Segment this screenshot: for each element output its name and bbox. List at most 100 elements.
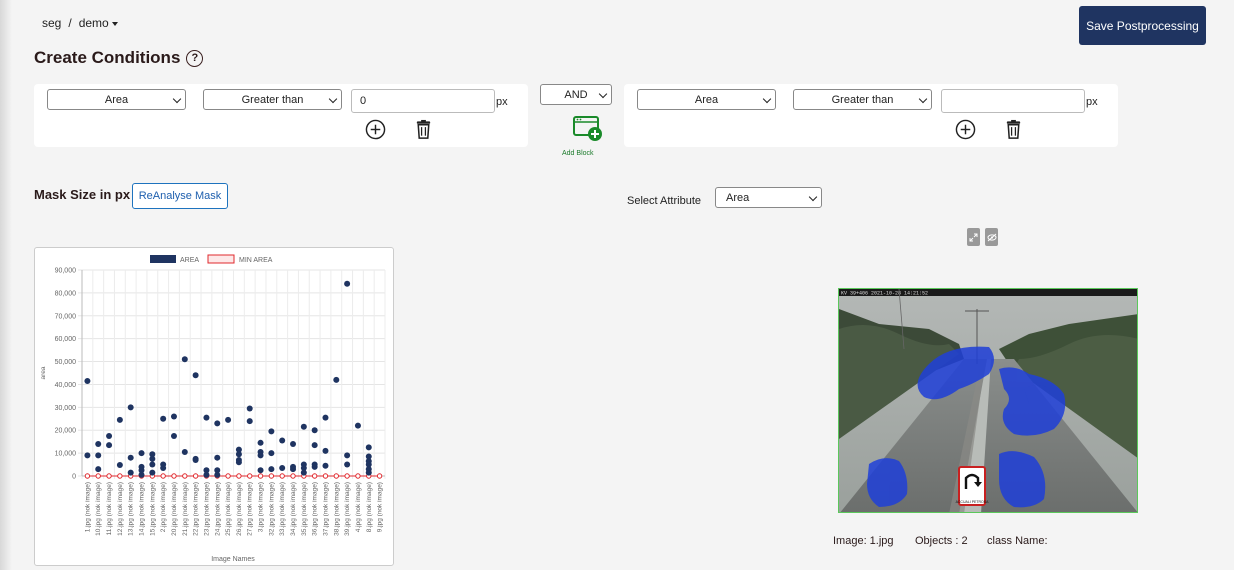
page-title: Create Conditions ? [34, 48, 204, 68]
x-tick-label: 2.jpg (nok image) [160, 482, 167, 532]
x-tick-label: 8.jpg (nok image) [366, 482, 373, 532]
area-point [290, 440, 297, 447]
operator-select-1[interactable]: Greater than [203, 89, 342, 110]
x-tick-label: 37.jpg (nok image) [322, 482, 329, 536]
trash-icon[interactable] [1003, 119, 1024, 140]
area-point [257, 452, 264, 459]
page-title-text: Create Conditions [34, 48, 181, 67]
area-point [149, 469, 156, 476]
add-condition-icon[interactable] [955, 119, 976, 140]
min-area-point [95, 473, 101, 479]
trash-icon[interactable] [413, 119, 434, 140]
y-tick-label: 60,000 [55, 336, 77, 343]
road-sign-text: ACCUALI PETROSA [956, 500, 990, 504]
breadcrumb-dataset-dropdown[interactable]: demo [79, 16, 118, 30]
x-tick-label: 32.jpg (nok image) [268, 482, 275, 536]
area-point [225, 416, 232, 423]
min-area-point [311, 473, 318, 479]
x-tick-label: 35.jpg (nok image) [301, 482, 308, 536]
add-condition-icon[interactable] [365, 119, 386, 140]
value-input-1[interactable]: 0 [351, 89, 495, 113]
help-icon[interactable]: ? [186, 49, 204, 67]
area-point [138, 450, 145, 457]
area-point [279, 437, 286, 444]
area-point [344, 461, 351, 468]
x-tick-label: 27.jpg (nok image) [247, 482, 254, 536]
x-tick-label: 1.jpg (nok image) [84, 482, 91, 532]
area-point [127, 469, 134, 476]
chevron-down-icon [762, 94, 772, 104]
operator-select-2[interactable]: Greater than [793, 89, 932, 110]
min-area-point [84, 473, 91, 479]
save-postprocessing-button[interactable]: Save Postprocessing [1079, 6, 1206, 45]
x-tick-label: 23.jpg (nok image) [203, 482, 210, 536]
condition-block-1: Area Greater than 0 px [34, 84, 528, 147]
logic-operator-select[interactable]: AND [540, 84, 612, 105]
area-point [127, 454, 134, 461]
area-point [257, 467, 264, 474]
x-tick-label: 13.jpg (nok image) [128, 482, 135, 536]
attribute-select-2[interactable]: Area [637, 89, 776, 110]
x-tick-label: 25.jpg (nok image) [225, 482, 232, 536]
area-point [138, 471, 145, 478]
value-input-2[interactable] [941, 89, 1085, 113]
area-point [116, 416, 123, 423]
y-tick-label: 70,000 [55, 313, 77, 320]
area-point [344, 452, 351, 459]
select-attribute-value: Area [726, 191, 750, 204]
area-point [84, 452, 91, 459]
x-tick-label: 14.jpg (nok image) [139, 482, 146, 536]
area-point [203, 414, 210, 421]
legend-swatch-area [150, 255, 176, 263]
attribute-select-1[interactable]: Area [47, 89, 186, 110]
min-area-point [192, 473, 199, 479]
x-tick-label: 24.jpg (nok image) [214, 482, 221, 536]
area-point [84, 378, 91, 385]
area-point [235, 451, 242, 458]
min-area-point [257, 473, 264, 479]
area-point [333, 376, 340, 383]
mask-size-title: Mask Size in px [34, 187, 131, 202]
camera-caption: KV 39+406 2021-10-28 14:21:52 [841, 291, 928, 297]
area-point [214, 471, 221, 478]
area-point [160, 464, 167, 471]
min-area-point [268, 473, 275, 479]
min-area-point [117, 473, 123, 479]
x-tick-label: 21.jpg (nok image) [182, 482, 189, 536]
x-tick-label: 36.jpg (nok image) [312, 482, 319, 536]
objects-count-label: Objects : 2 [915, 535, 968, 547]
operator-select-1-value: Greater than [241, 93, 304, 106]
min-area-point [322, 473, 329, 479]
x-axis-title: Image Names [211, 556, 255, 563]
area-point [192, 372, 199, 379]
area-point [246, 405, 253, 412]
area-point [300, 423, 307, 430]
area-point [170, 413, 177, 420]
select-attribute-dropdown[interactable]: Area [715, 187, 822, 208]
min-area-point [376, 473, 383, 479]
min-area-point [236, 473, 242, 479]
add-block-label[interactable]: Add Block [562, 150, 594, 157]
area-point [149, 455, 156, 462]
min-area-point [106, 473, 112, 479]
area-point [106, 442, 113, 449]
expand-icon[interactable] [967, 228, 980, 246]
area-point [311, 427, 318, 434]
segmentation-image[interactable]: KV 39+406 2021-10-28 14:21:52 ACCUALI PE… [838, 288, 1138, 513]
area-point [365, 469, 372, 476]
chevron-down-icon [918, 94, 928, 104]
area-point [268, 450, 275, 457]
min-area-point [290, 473, 296, 479]
breadcrumb-project[interactable]: seg [42, 16, 61, 30]
area-point [95, 452, 102, 459]
area-point [322, 447, 329, 454]
legend-label-area: AREA [180, 257, 199, 264]
reanalyse-mask-button[interactable]: ReAnalyse Mask [132, 183, 228, 209]
area-point [311, 442, 318, 449]
add-block-icon[interactable] [572, 115, 604, 143]
eye-off-icon[interactable] [985, 228, 998, 246]
area-point [106, 432, 113, 439]
breadcrumb-separator: / [68, 16, 72, 30]
min-area-point [279, 473, 285, 479]
x-tick-label: 11.jpg (nok image) [106, 482, 113, 535]
